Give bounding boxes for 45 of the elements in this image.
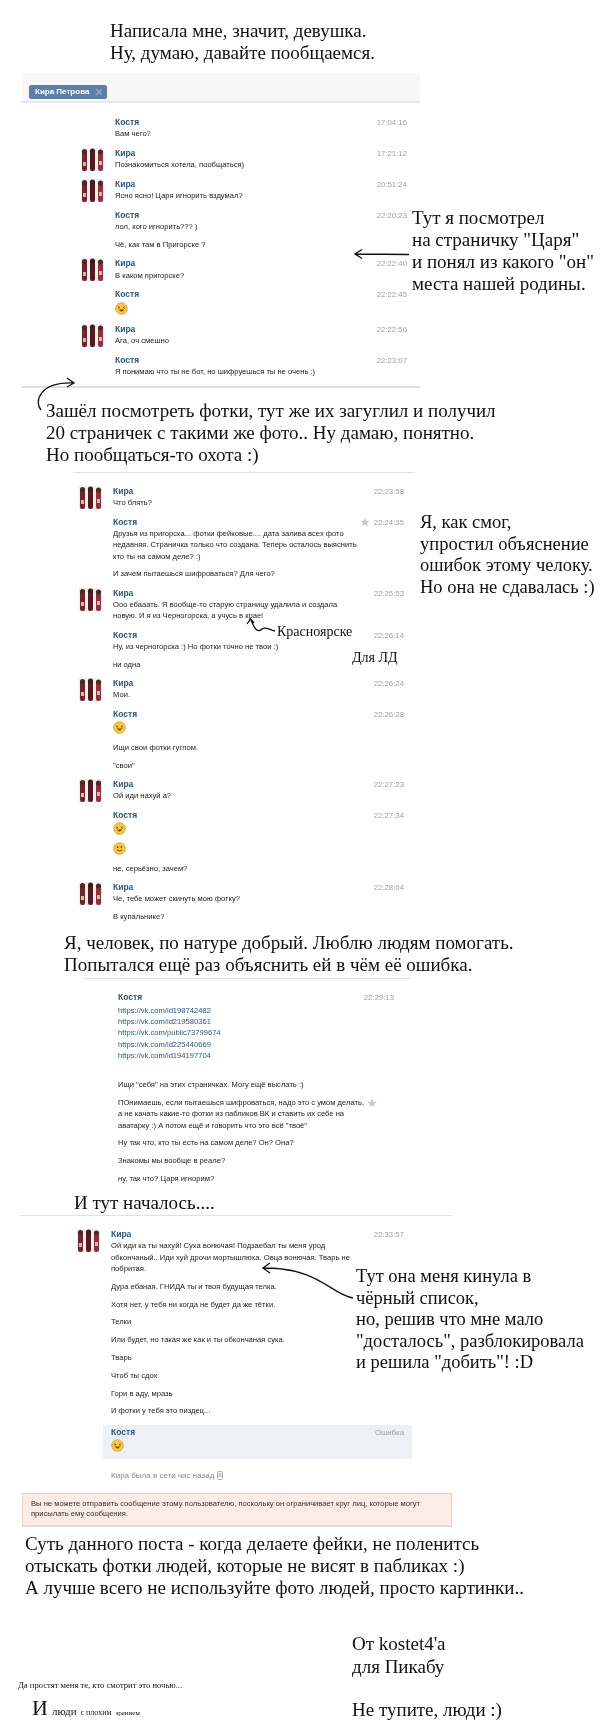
author-name[interactable]: Костя	[115, 210, 140, 222]
star-icon[interactable]	[367, 1097, 378, 1108]
laughing-smiley-icon	[115, 301, 128, 315]
apology-text: Да простят меня те, кто смотрит это ночью...	[18, 1680, 184, 1690]
author-name[interactable]: Кира	[115, 323, 136, 335]
pointer-arrow	[353, 248, 410, 260]
author-name[interactable]: Кира	[113, 677, 134, 690]
author-name[interactable]: Кира	[113, 485, 134, 497]
star-icon[interactable]	[359, 517, 370, 528]
author-name[interactable]: Костя	[115, 117, 140, 129]
caption-text: Зашёл посмотреть фотки, тут же их загуглил и получил 20 страничек с такими же фото.. Ну дамаю, понятно. Но пообщаться-то охота :)	[46, 399, 496, 466]
author-name[interactable]: Костя	[115, 289, 140, 301]
annotation-text: Для ЛД	[352, 650, 398, 666]
smiley-icon	[113, 842, 126, 856]
author-name[interactable]: Кира	[115, 258, 136, 270]
author-name[interactable]: Костя	[113, 708, 138, 721]
caption-text: Я, человек, по натуре добрый. Люблю людям помогать. Попытался ещё раз объяснить ей в чём её ошибка.	[64, 932, 514, 977]
annotation-text: Тут она меня кинула в чёрный список, но, решив что мне мало "досталось", разблокировала и решила "добить"! :D	[356, 1266, 584, 1374]
laughing-smiley-icon	[113, 721, 126, 735]
annotation-text: Тут я посмотрел на страничку "Царя" и понял из какого "он" места нашей родины.	[412, 207, 595, 295]
author-name[interactable]: Кира	[111, 1229, 132, 1241]
author-name[interactable]: Кира	[113, 778, 134, 791]
phone-icon	[217, 1471, 224, 1481]
author-name[interactable]: Кира	[113, 587, 134, 599]
author-name[interactable]: Кира	[113, 881, 134, 894]
author-name[interactable]: Костя	[111, 1426, 136, 1439]
online-status: Кира была в сети час назад	[111, 1471, 215, 1481]
author-name[interactable]: Костя	[113, 809, 138, 822]
author-name[interactable]: Костя	[115, 354, 140, 366]
annotation-text: Я, как смог, упростил объяснение ошибок этому челоку. Но она не сдавалась :)	[420, 512, 595, 598]
laughing-smiley-icon	[113, 822, 126, 836]
caption-text: И тут началось....	[74, 1192, 215, 1215]
author-name[interactable]: Кира	[115, 148, 136, 160]
signature-text: От kostet4'a для Пикабу	[352, 1632, 447, 1678]
close-icon[interactable]	[95, 87, 104, 96]
closing-text: Не тупите, люди :)	[352, 1698, 502, 1721]
caption-text: Написала мне, значит, девушка. Ну, думаю, давайте пообщаемся.	[110, 20, 375, 64]
author-name[interactable]: Костя	[113, 516, 138, 528]
author-name[interactable]: Кира	[115, 179, 136, 191]
caption-text: Суть данного поста - когда делаете фейки, не поленитсь отыскать фотки людей, которые не висят в пабликах :) А лучше всего не используйте фото людей, просто картинки..	[25, 1533, 524, 1600]
author-name[interactable]: Костя	[113, 629, 138, 641]
author-name[interactable]: Костя	[118, 992, 143, 1004]
annotation-text: Красноярске	[277, 624, 353, 640]
contact-tab[interactable]: Кира Петрова	[29, 84, 108, 99]
laughing-smiley-icon	[111, 1439, 124, 1453]
